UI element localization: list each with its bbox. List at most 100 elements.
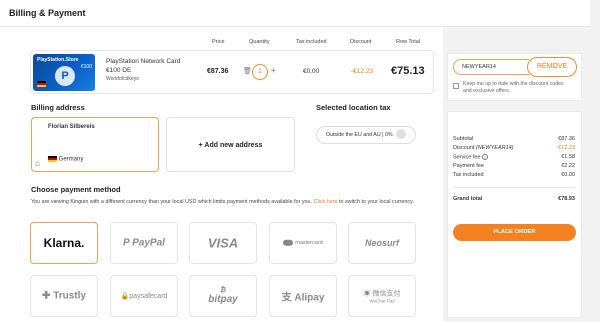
wechat-pay-logo: ◉ 微信支付 WeChat Pay	[349, 289, 415, 304]
tax-value: €0.00	[561, 172, 575, 178]
card-value: €100	[80, 64, 92, 70]
card-title: PlayStation.Store	[37, 57, 79, 63]
summary-subtotal: Subtotal €87.36	[453, 136, 575, 142]
service-fee-value: €1.58	[561, 154, 575, 160]
seller-name[interactable]: Worldofcdkeys	[106, 76, 139, 82]
item-discount: -€12.23	[351, 68, 374, 75]
place-order-button[interactable]: PLACE ORDER	[453, 224, 576, 241]
alipay-label: Alipay	[294, 292, 325, 304]
info-icon[interactable]: ?	[482, 154, 489, 160]
paypal-logo: P PayPal	[111, 238, 177, 249]
mastercard-logo: mastercard	[270, 239, 336, 247]
summary-discount: Discount (NEWYEAR14) -€12.23	[453, 145, 575, 151]
germany-flag-icon	[37, 81, 46, 87]
subtotal-value: €87.36	[558, 136, 575, 142]
product-name[interactable]: PlayStation Network Card €100 DE	[106, 58, 180, 75]
payment-klarna[interactable]: Klarna.	[30, 222, 98, 264]
germany-flag-icon	[48, 156, 57, 162]
column-quantity: Quantity	[249, 39, 270, 45]
bitpay-label: bitpay	[208, 294, 238, 305]
currency-note-text-end: to switch to your local currency.	[337, 199, 414, 205]
item-tax: €0.00	[303, 68, 320, 75]
mastercard-circles-icon	[283, 239, 294, 246]
product-image[interactable]: PlayStation.Store €100 P	[33, 54, 95, 91]
location-tax-toggle[interactable]: Outside the EU and AU | 0%	[316, 126, 416, 144]
discount-value: -€12.23	[556, 145, 575, 151]
currency-note-text: You are viewing Kinguin with a different…	[31, 199, 314, 205]
summary-service-fee: Service fee ? €1.58	[453, 154, 575, 160]
alipay-icon: 支	[281, 292, 292, 304]
item-row-total: €75.13	[391, 65, 425, 77]
tax-label: Tax included	[453, 172, 484, 178]
payment-alipay[interactable]: 支 Alipay	[269, 275, 337, 317]
payment-trustly[interactable]: ✚ Trustly	[30, 275, 98, 317]
neosurf-logo: Neosurf	[364, 238, 399, 248]
summary-grand-total: Grand total €78.93	[453, 196, 575, 202]
column-tax: Tax included	[296, 39, 327, 45]
billing-address-title: Billing address	[31, 103, 85, 112]
address-country: Germany	[48, 156, 83, 163]
newsletter-checkbox[interactable]	[453, 83, 459, 89]
visa-logo: VISA	[207, 235, 239, 251]
page-title: Billing & Payment	[9, 8, 86, 18]
trash-icon[interactable]: 🗑	[243, 67, 252, 75]
summary-payment-fee: Payment fee €2.22	[453, 163, 575, 169]
payment-bitpay[interactable]: ₿ bitpay	[189, 275, 257, 317]
subtotal-label: Subtotal	[453, 136, 474, 142]
currency-note: You are viewing Kinguin with a different…	[31, 199, 414, 205]
newsletter-label: Keep me up to date with the discount cod…	[463, 81, 564, 94]
product-name-line1: PlayStation Network Card	[106, 58, 181, 65]
playstation-logo-icon: P	[55, 66, 75, 86]
increase-quantity-button[interactable]: +	[271, 66, 276, 75]
discount-label: Discount	[453, 145, 475, 151]
add-new-address-button[interactable]: + Add new address	[166, 117, 295, 172]
padlock-icon: 🔒	[120, 293, 130, 300]
trustly-logo: ✚ Trustly	[31, 291, 97, 302]
location-tax-title: Selected location tax	[316, 103, 391, 112]
service-fee-label: Service fee	[453, 154, 481, 161]
switch-currency-link[interactable]: Click here	[314, 199, 338, 205]
item-price: €87.36	[207, 68, 229, 75]
payment-wechat-pay[interactable]: ◉ 微信支付 WeChat Pay	[348, 275, 416, 317]
address-country-label: Germany	[58, 156, 84, 163]
wechat-pay-sub: WeChat Pay	[369, 298, 395, 304]
payment-visa[interactable]: VISA	[189, 222, 257, 264]
klarna-logo: Klarna.	[43, 236, 85, 250]
column-price: Price	[212, 39, 225, 45]
payment-fee-label: Payment fee	[453, 163, 484, 169]
column-row-total: Row Total	[396, 39, 421, 45]
address-name: Florian Silbereis	[48, 124, 95, 130]
product-name-line2: €100 DE	[106, 66, 132, 74]
coupon-code-input[interactable]: NEWYEAR14	[453, 59, 529, 75]
payment-paypal[interactable]: P PayPal	[110, 222, 178, 264]
grand-total-value: €78.93	[558, 196, 575, 202]
payment-paysafecard[interactable]: 🔒paysafecard	[110, 275, 178, 317]
payment-mastercard[interactable]: mastercard	[269, 222, 337, 264]
mastercard-label: mastercard	[295, 240, 323, 247]
location-tax-value: Outside the EU and AU | 0%	[325, 132, 393, 138]
remove-coupon-button[interactable]: REMOVE	[527, 57, 577, 77]
paysafecard-label: paysafecard	[129, 293, 168, 300]
payment-neosurf[interactable]: Neosurf	[348, 222, 416, 264]
alipay-logo: 支 Alipay	[270, 289, 336, 304]
payment-fee-value: €2.22	[561, 163, 575, 169]
bitcoin-icon: ₿	[219, 287, 227, 294]
bitpay-logo: ₿ bitpay	[190, 287, 256, 305]
header-bar: Billing & Payment	[0, 0, 590, 27]
wechat-icon: ◉	[363, 290, 371, 298]
paysafecard-logo: 🔒paysafecard	[111, 292, 177, 300]
payment-method-title: Choose payment method	[31, 185, 121, 194]
wechat-label: 微信支付	[372, 290, 401, 298]
grand-total-label: Grand total	[453, 196, 483, 202]
paypal-label: PayPal	[132, 237, 165, 249]
quantity-value[interactable]: 1	[252, 64, 268, 80]
summary-tax: Tax included €0.00	[453, 172, 575, 178]
summary-divider	[453, 187, 575, 188]
trustly-label: Trustly	[53, 290, 86, 302]
discount-code: (NEWYEAR14)	[475, 145, 514, 151]
home-icon: ⌂	[35, 159, 40, 168]
paypal-icon: P	[123, 237, 130, 249]
order-summary	[447, 111, 582, 318]
column-discount: Discount	[350, 39, 372, 45]
trustly-icon: ✚	[42, 290, 51, 302]
